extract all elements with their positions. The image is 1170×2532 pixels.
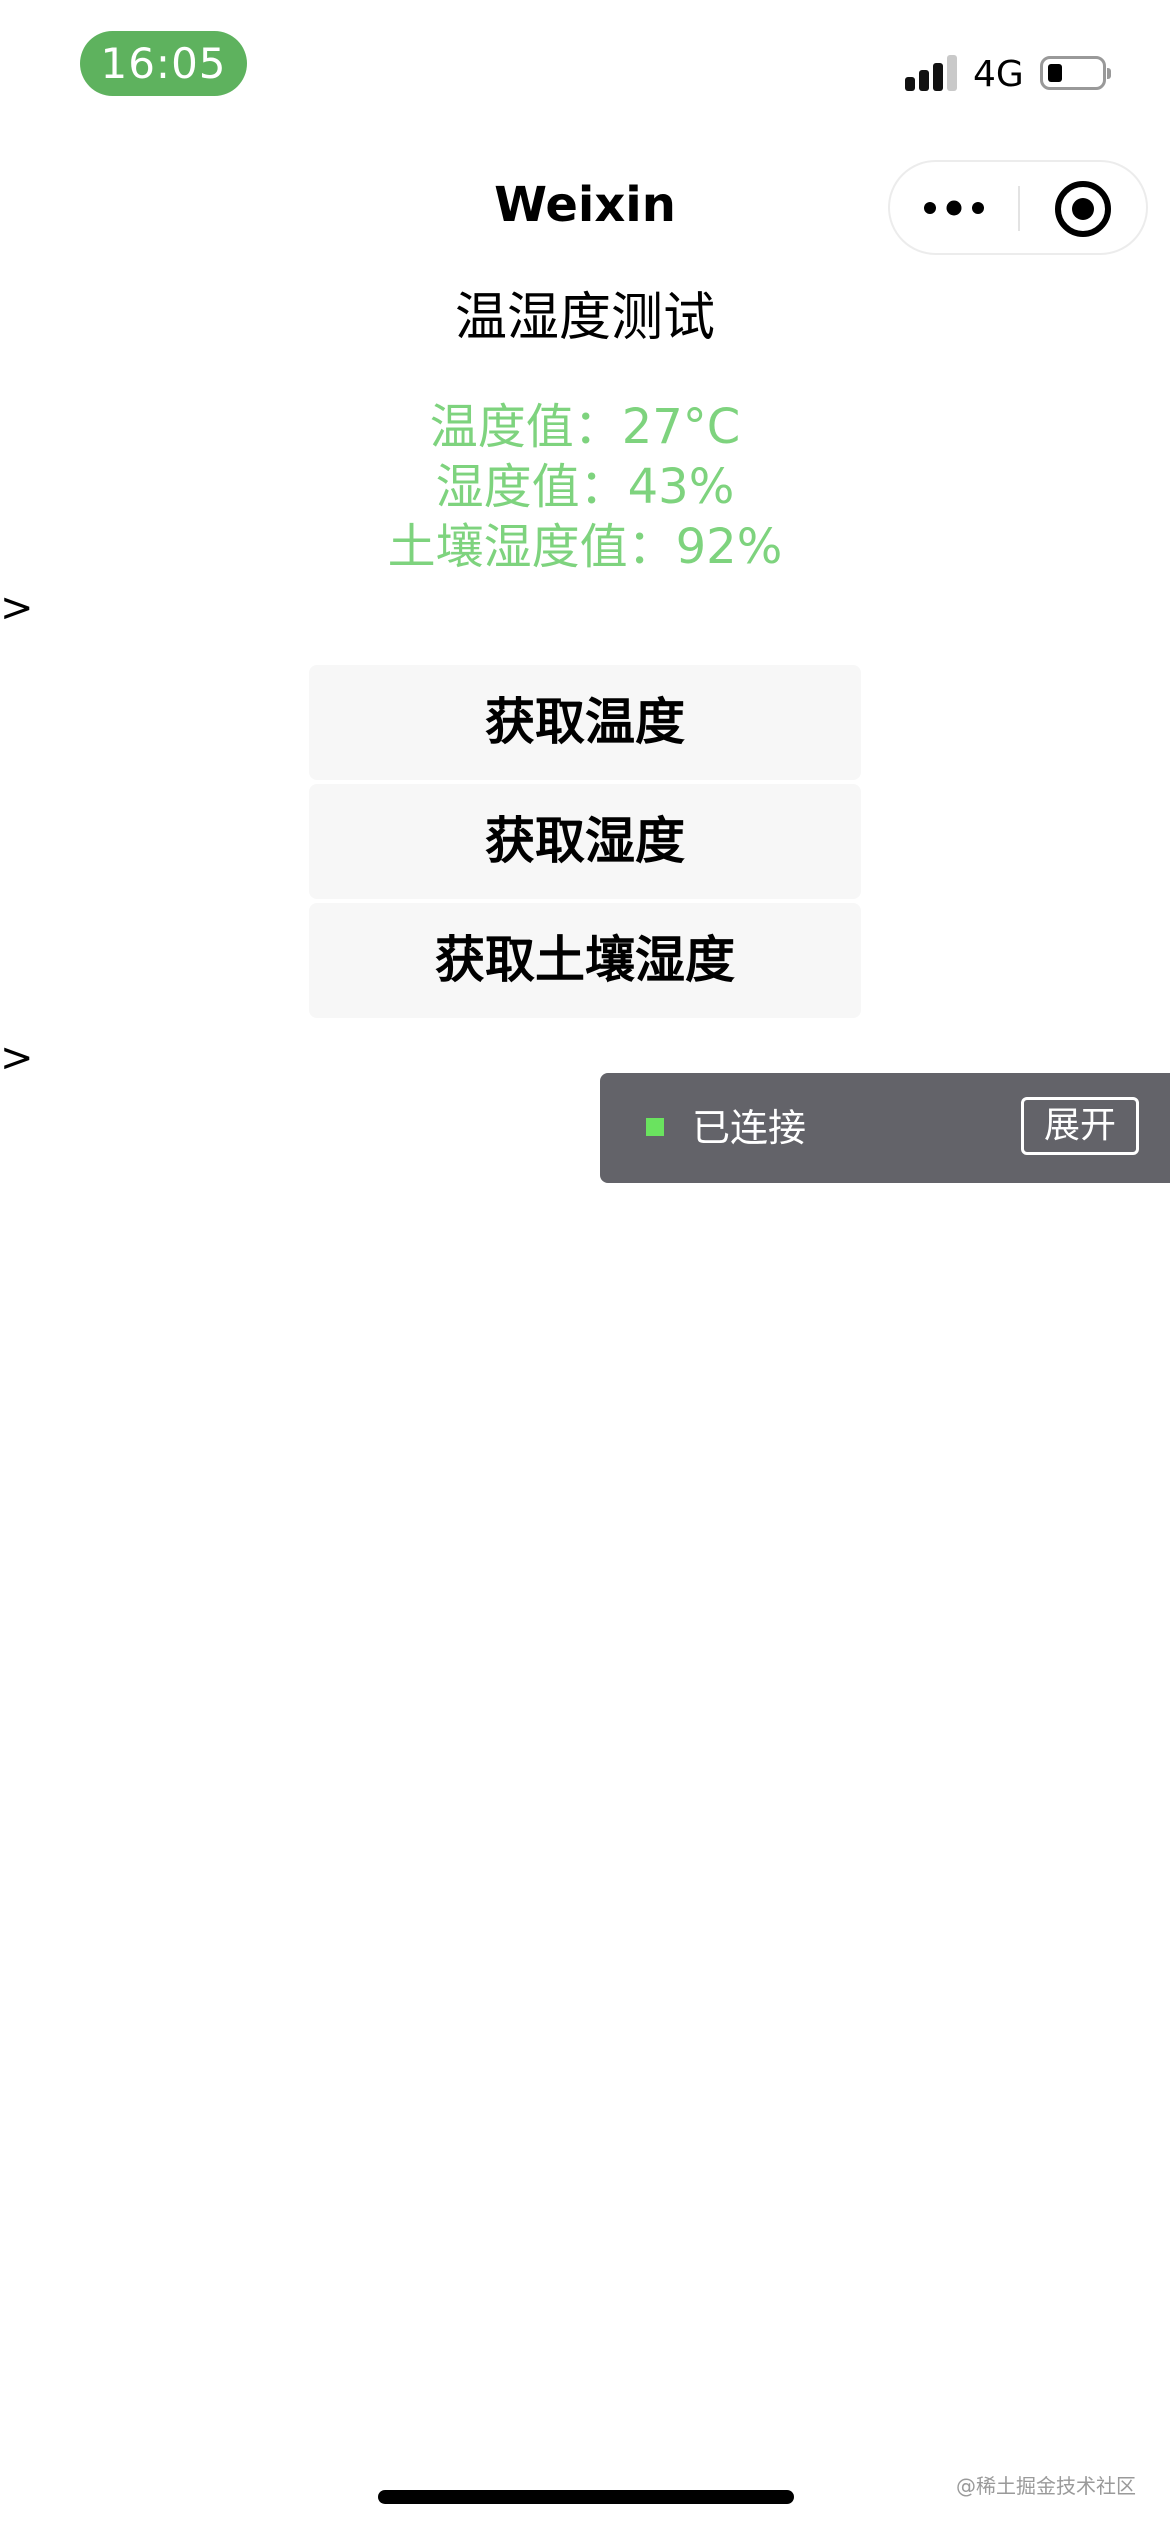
status-time: 16:05 <box>80 31 247 96</box>
target-close-icon[interactable] <box>1055 181 1111 237</box>
connection-status: 已连接 <box>692 1106 807 1150</box>
network-type: 4G <box>973 54 1024 95</box>
battery-icon <box>1040 56 1111 90</box>
more-dots-icon[interactable] <box>924 190 986 226</box>
stray-marker: > <box>0 585 34 631</box>
watermark: @稀土掘金技术社区 <box>956 2474 1136 2498</box>
connection-bar: 已连接 展开 <box>600 1073 1170 1183</box>
get-temperature-button[interactable]: 获取温度 <box>309 665 861 780</box>
get-soil-humidity-button[interactable]: 获取土壤湿度 <box>309 903 861 1018</box>
get-humidity-button[interactable]: 获取湿度 <box>309 784 861 899</box>
signal-bars-icon <box>905 55 961 95</box>
temperature-reading: 温度值：27°C <box>429 399 741 455</box>
expand-button[interactable]: 展开 <box>1021 1097 1139 1155</box>
humidity-reading: 湿度值：43% <box>435 459 735 515</box>
sensor-readings: 温度值：27°C 湿度值：43% 土壤湿度值：92% <box>0 397 1170 577</box>
mini-program-capsule <box>888 160 1148 255</box>
connected-indicator-icon <box>646 1118 664 1136</box>
capsule-divider <box>1018 186 1020 231</box>
home-indicator[interactable] <box>378 2490 794 2504</box>
page-heading: 温湿度测试 <box>454 288 715 348</box>
stray-marker: > <box>0 1035 34 1081</box>
soil-humidity-reading: 土壤湿度值：92% <box>387 519 783 575</box>
